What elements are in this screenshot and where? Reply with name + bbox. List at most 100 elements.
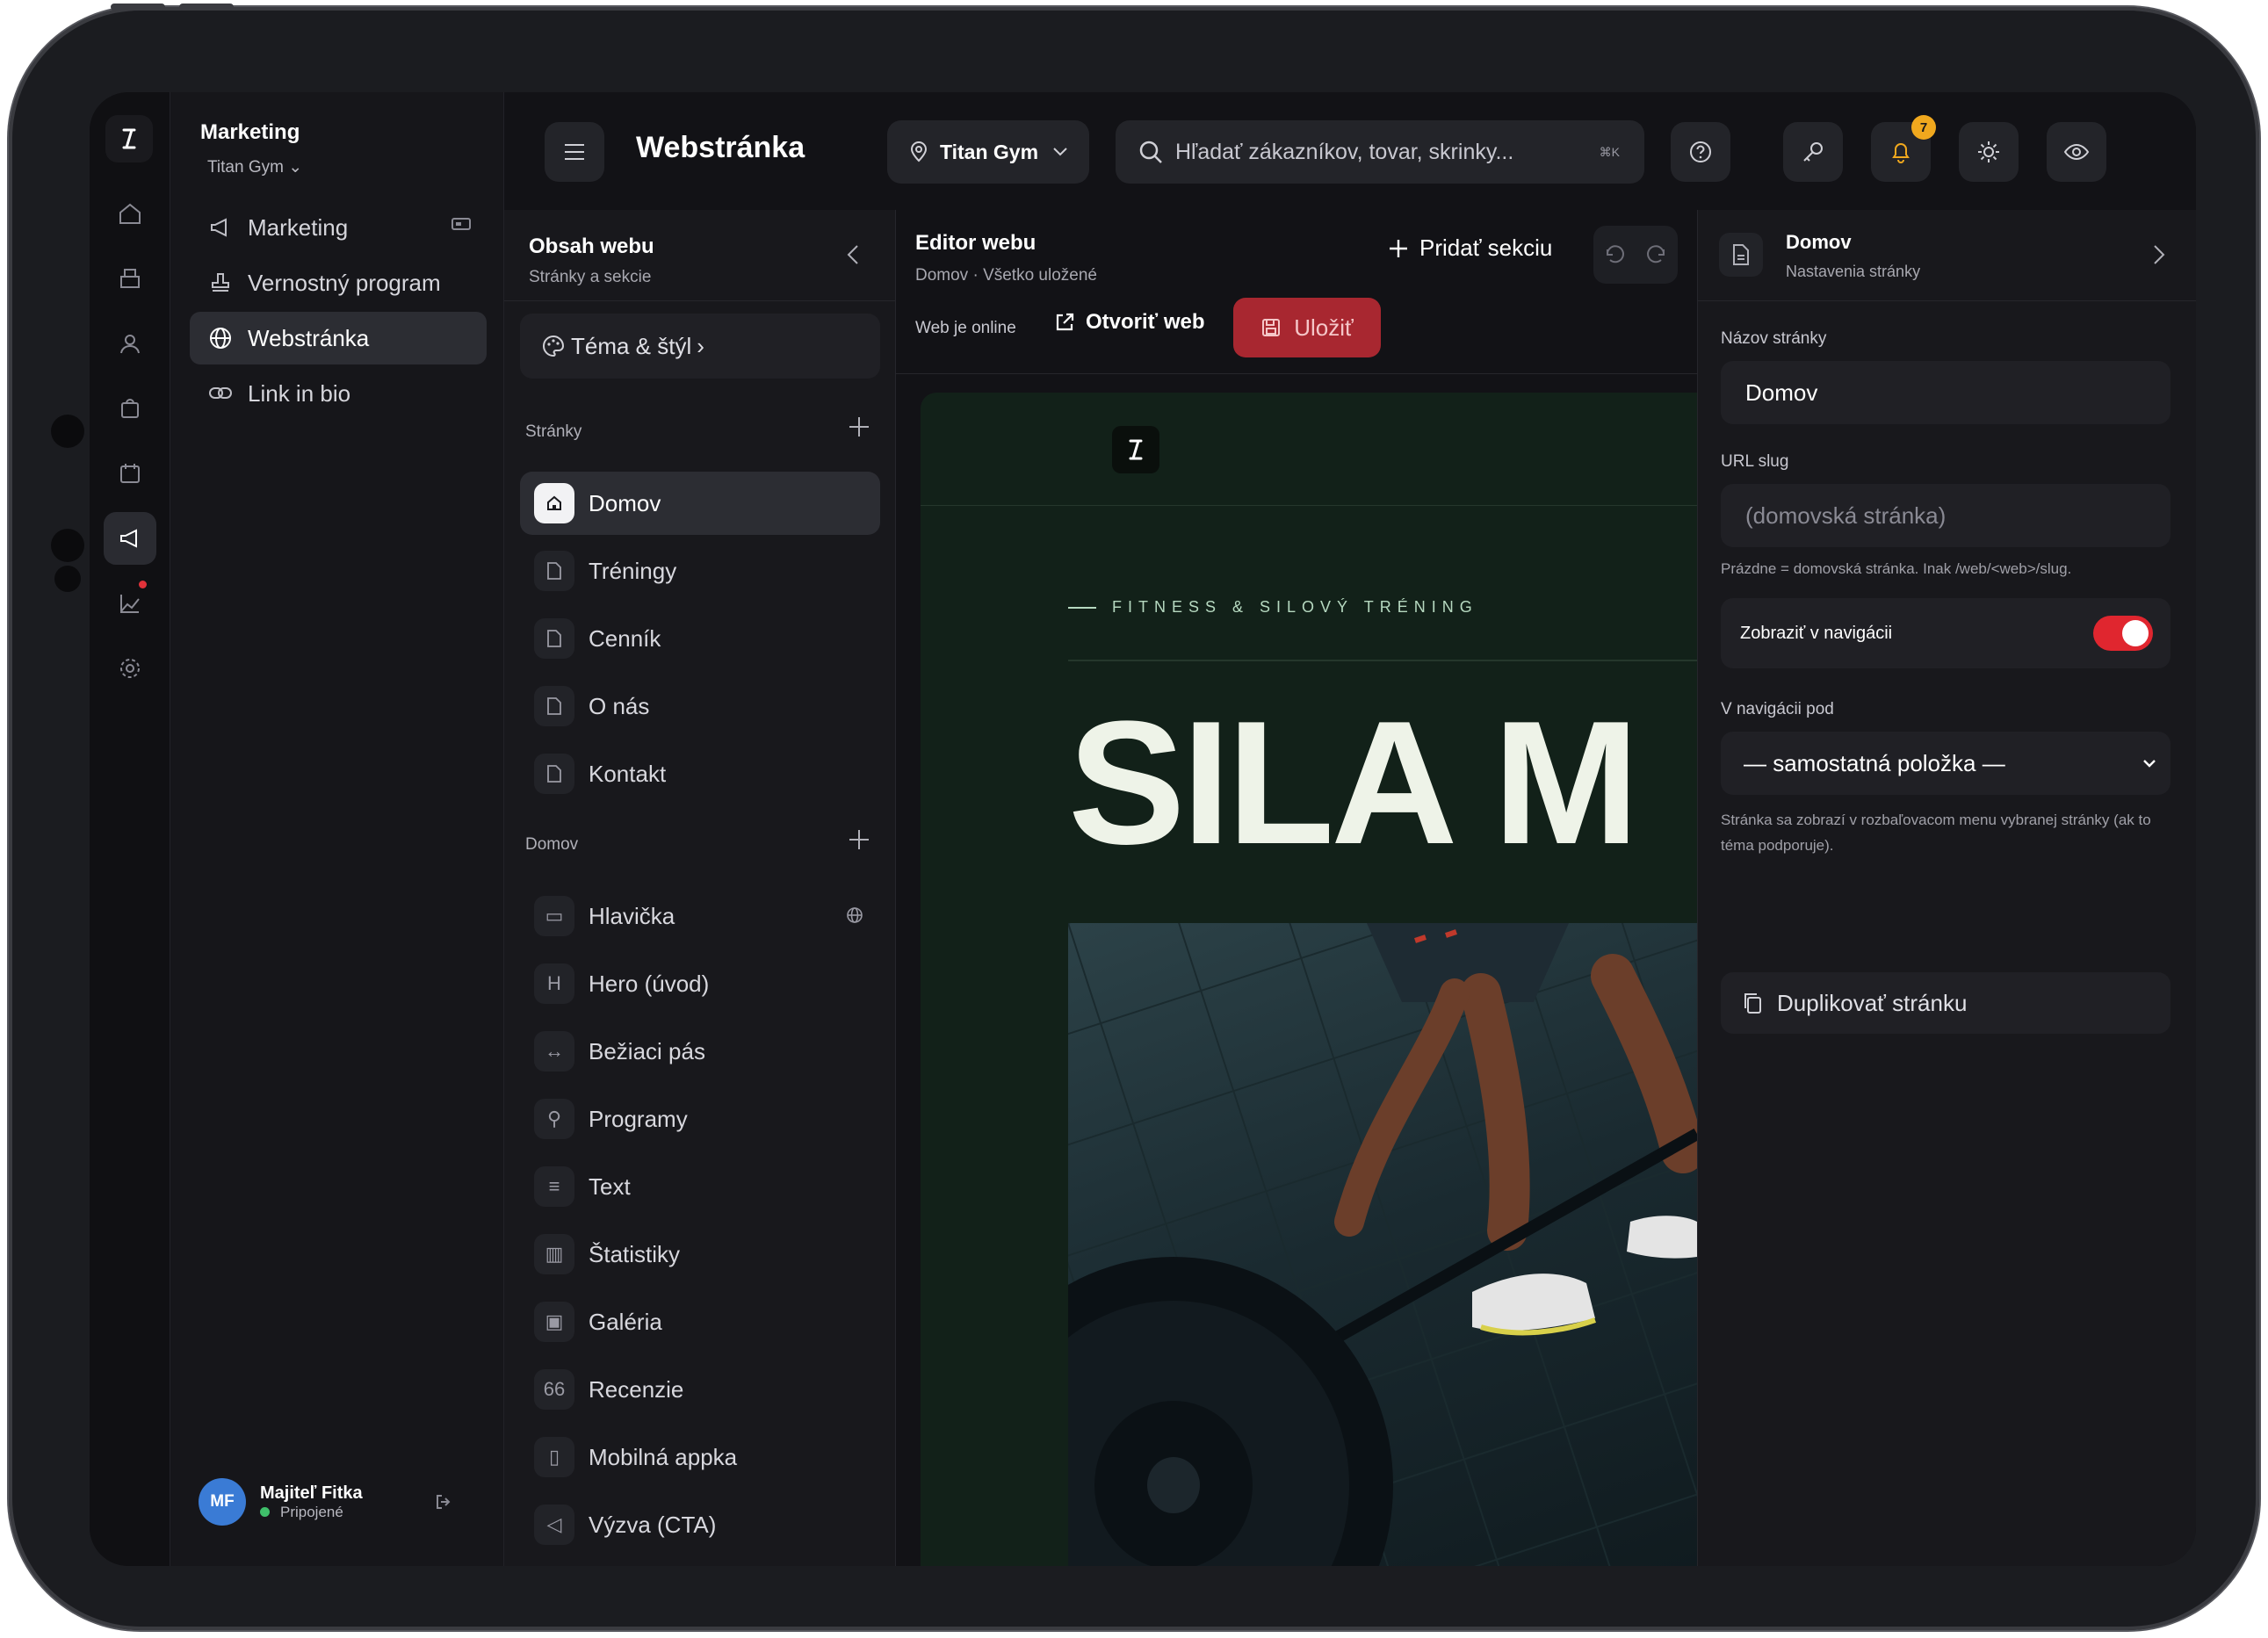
sidebar-item-link-in-bio[interactable]: Link in bio — [190, 367, 487, 420]
section-icon: ↔ — [534, 1031, 574, 1072]
page-item-label: Tréningy — [589, 557, 677, 584]
site-logo-icon — [1112, 426, 1159, 473]
page-item-label: Kontakt — [589, 760, 667, 787]
section-icon: ▥ — [534, 1234, 574, 1274]
sidebar-item-label: Webstránka — [248, 324, 370, 351]
page-item[interactable]: Kontakt — [520, 742, 880, 805]
site-preview[interactable]: FITNESS & SILOVÝ TRÉNING SILA M — [921, 393, 1697, 1566]
section-item[interactable]: ▭ Hlavička — [520, 884, 880, 948]
open-web-link[interactable]: Otvoriť web — [1054, 310, 1205, 335]
add-section-button[interactable]: Pridať sekciu — [1388, 235, 1552, 262]
gym-selector[interactable]: Titan Gym — [887, 120, 1089, 184]
section-item[interactable]: ↔ Bežiaci pás — [520, 1020, 880, 1083]
nav-visibility-toggle[interactable] — [2093, 616, 2153, 651]
analytics-icon[interactable] — [104, 577, 156, 630]
section-item-label: Bežiaci pás — [589, 1037, 705, 1064]
section-item-label: Text — [589, 1173, 631, 1200]
bell-icon — [1889, 140, 1913, 164]
megaphone-icon — [207, 214, 234, 241]
section-item[interactable]: ≡Pätička — [520, 1561, 880, 1566]
preview-divider — [921, 505, 1697, 506]
settings-header: Domov Nastavenia stránky — [1698, 210, 2196, 301]
sections-heading: Domov — [525, 835, 579, 854]
preview-divider — [1068, 660, 1697, 661]
home-icon[interactable] — [104, 187, 156, 240]
section-item-label: Galéria — [589, 1308, 662, 1335]
menu-button[interactable] — [545, 122, 604, 182]
duplicate-page-label: Duplikovať stránku — [1777, 989, 1968, 1016]
page-item[interactable]: Domov — [520, 472, 880, 535]
app-logo-icon[interactable] — [105, 115, 153, 162]
slug-field[interactable]: (domovská stránka) — [1721, 484, 2170, 547]
page-item[interactable]: O nás — [520, 675, 880, 738]
section-icon: ⚲ — [534, 1099, 574, 1139]
section-item[interactable]: ▯ Mobilná appka — [520, 1425, 880, 1489]
section-item[interactable]: ▣ Galéria — [520, 1290, 880, 1353]
hero-kicker-text: FITNESS & SILOVÝ TRÉNING — [1112, 598, 1478, 616]
duplicate-page-button[interactable]: Duplikovať stránku — [1721, 972, 2170, 1034]
page-icon — [1719, 233, 1763, 277]
page-item-label: Domov — [589, 489, 661, 516]
parent-select[interactable]: — samostatná položka — — [1721, 732, 2170, 795]
tablet-frame: Marketing Titan Gym ⌄ Marketing Vernostn… — [9, 4, 2259, 1630]
megaphone-icon[interactable] — [104, 512, 156, 565]
theme-style-button[interactable]: Téma & štýl › — [520, 314, 880, 379]
chevron-down-icon — [2142, 759, 2156, 768]
collapse-panel-icon[interactable] — [846, 243, 860, 266]
section-item-label: Programy — [589, 1105, 688, 1132]
page-item[interactable]: Cenník — [520, 607, 880, 670]
key-button[interactable] — [1783, 122, 1843, 182]
avatar: MF — [199, 1478, 246, 1526]
camera-dot — [51, 529, 84, 562]
help-button[interactable] — [1671, 122, 1730, 182]
register-icon[interactable] — [104, 252, 156, 305]
save-button[interactable]: Uložiť — [1233, 298, 1381, 357]
key-icon — [1801, 140, 1825, 164]
gear-icon[interactable] — [104, 642, 156, 695]
sidebar-item-marketing[interactable]: Marketing — [190, 201, 487, 254]
notifications-button[interactable]: 7 — [1871, 115, 1936, 182]
sidebar-item-loyalty[interactable]: Vernostný program — [190, 256, 487, 309]
user-profile[interactable]: MF Majiteľ Fitka Pripojené — [199, 1478, 363, 1526]
redo-icon[interactable] — [1644, 242, 1669, 267]
add-section-icon[interactable] — [848, 828, 870, 851]
content-subtitle: Stránky a sekcie — [529, 268, 652, 286]
users-icon[interactable] — [104, 317, 156, 370]
search-shortcut: ⌘K — [1599, 144, 1620, 159]
section-item-label: Mobilná appka — [589, 1443, 738, 1470]
section-icon: ◁ — [534, 1505, 574, 1545]
page-icon — [534, 551, 574, 591]
undo-icon[interactable] — [1602, 242, 1627, 267]
page-name-field[interactable]: Domov — [1721, 361, 2170, 424]
section-item-label: Hero (úvod) — [589, 970, 710, 997]
editor-panel: Editor webu Domov · Všetko uložené Prida… — [896, 210, 1697, 1566]
calendar-icon[interactable] — [104, 447, 156, 500]
add-page-icon[interactable] — [848, 415, 870, 438]
hamburger-icon — [563, 143, 586, 161]
section-item[interactable]: 66 Recenzie — [520, 1358, 880, 1421]
section-item[interactable]: ◁ Výzva (CTA) — [520, 1493, 880, 1556]
floppy-icon — [1260, 317, 1282, 338]
location-pin-icon — [910, 141, 928, 162]
page-item[interactable]: Tréningy — [520, 539, 880, 603]
camera-dot — [54, 566, 81, 592]
section-item[interactable]: ▥ Štatistiky — [520, 1223, 880, 1286]
plus-icon — [1388, 238, 1409, 259]
section-item[interactable]: ⚲ Programy — [520, 1087, 880, 1151]
card-icon — [451, 217, 471, 231]
notification-badge: 7 — [1911, 115, 1936, 140]
preview-button[interactable] — [2047, 122, 2106, 182]
logout-icon[interactable] — [434, 1492, 453, 1512]
org-switcher[interactable]: Titan Gym ⌄ — [207, 157, 302, 177]
parent-hint: Stránka sa zobrazí v rozbaľovacom menu v… — [1721, 812, 2151, 854]
theme-toggle-button[interactable] — [1959, 122, 2019, 182]
parent-label: V navigácii pod — [1721, 700, 1834, 718]
section-item[interactable]: ≡ Text — [520, 1155, 880, 1218]
sidebar-item-website[interactable]: Webstránka — [190, 312, 487, 364]
search-input[interactable]: Hľadať zákazníkov, tovar, skrinky... ⌘K — [1116, 120, 1644, 184]
chevron-right-icon[interactable] — [2152, 243, 2166, 266]
section-item[interactable]: H Hero (úvod) — [520, 952, 880, 1015]
shop-icon[interactable] — [104, 382, 156, 435]
search-icon — [1138, 140, 1163, 164]
parent-select-value: — samostatná položka — — [1744, 749, 2005, 776]
